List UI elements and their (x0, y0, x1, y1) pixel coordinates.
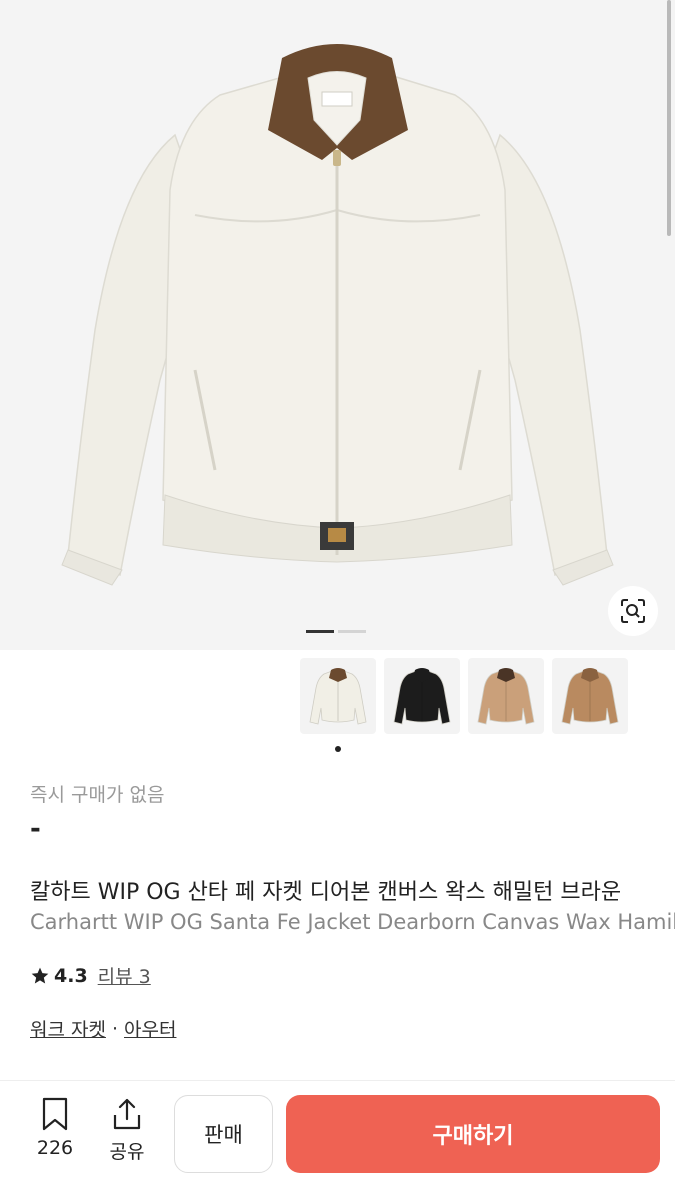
bookmark-button[interactable]: 226 (30, 1097, 80, 1159)
product-title-korean: 칼하트 WIP OG 산타 페 자켓 디어본 캔버스 왁스 해밀턴 브라운 (30, 880, 622, 905)
share-button[interactable]: 공유 (102, 1097, 152, 1164)
color-thumbnail[interactable] (384, 658, 460, 734)
jacket-product-image (61, 44, 614, 586)
share-icon (113, 1098, 141, 1130)
product-title-english: Carhartt WIP OG Santa Fe Jacket Dearborn… (30, 910, 675, 934)
jacket-black-thumbnail (393, 668, 451, 725)
bookmark-icon (42, 1097, 68, 1131)
jacket-brown-thumbnail (561, 668, 619, 725)
image-search-icon (621, 599, 645, 623)
pager-segment-active (306, 630, 334, 633)
scrollbar[interactable] (667, 0, 671, 236)
share-label: 공유 (109, 1141, 145, 1163)
color-thumbnail[interactable] (468, 658, 544, 734)
buy-button[interactable]: 구매하기 (286, 1095, 660, 1173)
rating-value: 4.3 (54, 964, 88, 987)
image-search-button[interactable] (608, 586, 658, 636)
star-icon (31, 967, 49, 983)
category-link-outer[interactable]: 아우터 (124, 1015, 176, 1042)
category-link-work-jacket[interactable]: 워크 자켓 (30, 1015, 106, 1042)
color-thumbnail[interactable] (552, 658, 628, 734)
bottom-action-bar: 226 공유 판매 구매하기 (0, 1080, 675, 1200)
color-thumbnail-list (300, 658, 628, 734)
instant-buy-status: 즉시 구매가 없음 (30, 784, 165, 806)
category-breadcrumb: 워크 자켓 · 아우터 (30, 1015, 176, 1042)
jacket-tan-thumbnail (477, 668, 535, 725)
jacket-white-thumbnail (309, 668, 367, 725)
pager-segment (338, 630, 366, 633)
price-value: - (30, 814, 41, 844)
selected-thumbnail-indicator (335, 746, 341, 752)
review-link[interactable]: 리뷰 3 (98, 962, 151, 989)
category-separator: · (111, 1017, 119, 1040)
sell-button[interactable]: 판매 (174, 1095, 273, 1173)
bookmark-count: 226 (36, 1137, 74, 1159)
product-image-carousel[interactable] (0, 0, 675, 650)
carousel-pager (306, 630, 366, 633)
color-thumbnail[interactable] (300, 658, 376, 734)
rating-row: 4.3 리뷰 3 (30, 962, 151, 989)
